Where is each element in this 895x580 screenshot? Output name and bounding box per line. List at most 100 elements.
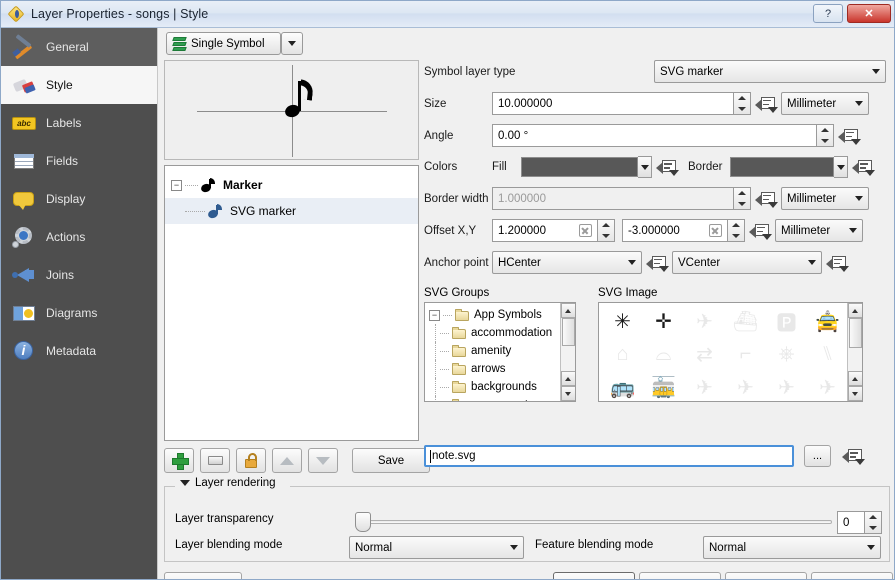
scroll-up-icon[interactable] [848,371,863,386]
tree-item-backgrounds[interactable]: backgrounds [429,378,562,396]
scroll-up-icon[interactable] [561,371,576,386]
transparency-value-input[interactable]: 0 [837,511,865,534]
svg-icon-cell[interactable]: 🚌 [602,371,643,402]
style-menu-button[interactable]: Style [164,572,242,580]
svg-icon-cell[interactable]: ⎈ [766,338,807,371]
svg-icon-cell[interactable]: ✈ [807,371,848,402]
feature-blending-combo[interactable]: Normal [703,536,881,559]
renderer-type-combo[interactable]: Single Symbol [166,32,281,55]
svg-icon-cell[interactable]: 🚖 [807,305,848,338]
svg-icon-cell[interactable]: ⑊ [807,338,848,371]
remove-symbol-layer-button[interactable] [200,448,230,473]
clear-icon[interactable] [709,224,722,237]
offset-x-stepper[interactable] [598,219,615,242]
transparency-slider-track[interactable] [360,520,832,524]
close-icon[interactable]: ✕ [847,4,891,23]
angle-input[interactable]: 0.00 ° [492,124,817,147]
svg-path-input[interactable]: note.svg [424,445,794,467]
sidebar-item-style[interactable]: Style [1,66,157,104]
tree-row-svg-marker[interactable]: SVG marker [165,198,418,224]
border-color-button[interactable] [730,157,834,177]
symbol-layer-tree[interactable]: − Marker SVG marker [164,165,419,441]
data-defined-override-icon[interactable] [646,253,668,273]
collapse-icon[interactable]: − [429,310,440,321]
offset-x-input[interactable]: 1.200000 [492,219,598,242]
svg-icon-cell[interactable]: ⛴ [725,305,766,338]
data-defined-override-icon[interactable] [852,157,874,177]
scroll-track[interactable] [848,348,863,371]
scroll-up-icon[interactable] [561,303,576,318]
svg-icon-cell[interactable]: ✈ [684,305,725,338]
clear-icon[interactable] [579,224,592,237]
collapse-icon[interactable]: − [171,180,182,191]
sidebar-item-diagrams[interactable]: Diagrams [1,294,157,332]
lock-colors-button[interactable] [236,448,266,473]
save-button[interactable]: Save [352,448,430,473]
svg-groups-tree[interactable]: − App Symbols accommodation [424,302,576,402]
tree-row-marker[interactable]: − Marker [165,172,418,198]
angle-stepper[interactable] [817,124,834,147]
sidebar-item-actions[interactable]: Actions [1,218,157,256]
sidebar-item-joins[interactable]: Joins [1,256,157,294]
layer-rendering-header[interactable]: Layer rendering [175,477,281,489]
data-defined-override-icon[interactable] [755,189,777,209]
offset-unit-combo[interactable]: Millimeter [775,219,863,242]
move-up-button[interactable] [272,448,302,473]
browse-button[interactable]: ... [804,445,831,467]
scroll-thumb[interactable] [849,318,862,348]
border-color-dropdown-icon[interactable] [834,156,848,178]
border-width-unit-combo[interactable]: Millimeter [781,187,869,210]
sidebar-item-display[interactable]: Display [1,180,157,218]
svg-icon-cell[interactable]: 🚋 [643,371,684,402]
scroll-down-icon[interactable] [848,386,863,401]
chevron-down-icon[interactable] [281,32,303,55]
tree-item-app-symbols[interactable]: − App Symbols [429,306,562,324]
help-button[interactable]: ? [813,4,843,23]
svg-icon-cell[interactable]: ✈ [684,371,725,402]
transparency-slider-handle[interactable] [355,512,371,532]
help-dialog-button[interactable]: Help [811,572,893,580]
sidebar-item-general[interactable]: General [1,28,157,66]
sidebar-item-metadata[interactable]: i Metadata [1,332,157,370]
scroll-down-icon[interactable] [561,386,576,401]
offset-y-input[interactable]: -3.000000 [622,219,728,242]
layer-blending-combo[interactable]: Normal [349,536,524,559]
tree-item-arrows[interactable]: arrows [429,360,562,378]
scroll-up-icon[interactable] [848,303,863,318]
tree-item-components[interactable]: components [429,396,562,402]
size-stepper[interactable] [734,92,751,115]
sidebar-item-labels[interactable]: abc Labels [1,104,157,142]
data-defined-override-icon[interactable] [656,157,678,177]
apply-button[interactable]: Apply [725,572,807,580]
svg-image-scrollbar[interactable] [847,303,862,401]
anchor-horizontal-combo[interactable]: HCenter [492,251,642,274]
data-defined-override-icon[interactable] [755,94,777,114]
tree-item-amenity[interactable]: amenity [429,342,562,360]
data-defined-override-icon[interactable] [838,126,860,146]
offset-y-stepper[interactable] [728,219,745,242]
symbol-layer-type-combo[interactable]: SVG marker [654,60,886,83]
anchor-vertical-combo[interactable]: VCenter [672,251,822,274]
scroll-track[interactable] [561,346,576,371]
tree-item-accommodation[interactable]: accommodation [429,324,562,342]
scroll-thumb[interactable] [562,318,575,346]
svg-icon-cell[interactable]: ✈ [725,371,766,402]
border-width-input[interactable]: 1.000000 [492,187,734,210]
size-input[interactable]: 10.000000 [492,92,734,115]
svg-icon-cell[interactable]: ✳ [602,305,643,338]
add-symbol-layer-button[interactable] [164,448,194,473]
svg-icon-cell[interactable]: ✛ [643,305,684,338]
svg-icon-cell[interactable]: ✈ [766,371,807,402]
sidebar-item-fields[interactable]: Fields [1,142,157,180]
svg-icon-cell[interactable]: ⌐ [725,338,766,371]
fill-color-button[interactable] [521,157,638,177]
size-unit-combo[interactable]: Millimeter [781,92,869,115]
ok-button[interactable]: OK [553,572,635,580]
svg-icon-cell[interactable]: ⌂ [602,338,643,371]
cancel-button[interactable]: Cancel [639,572,721,580]
transparency-stepper[interactable] [865,511,882,534]
data-defined-override-icon[interactable] [749,221,771,241]
border-width-stepper[interactable] [734,187,751,210]
move-down-button[interactable] [308,448,338,473]
fill-color-dropdown-icon[interactable] [638,156,652,178]
